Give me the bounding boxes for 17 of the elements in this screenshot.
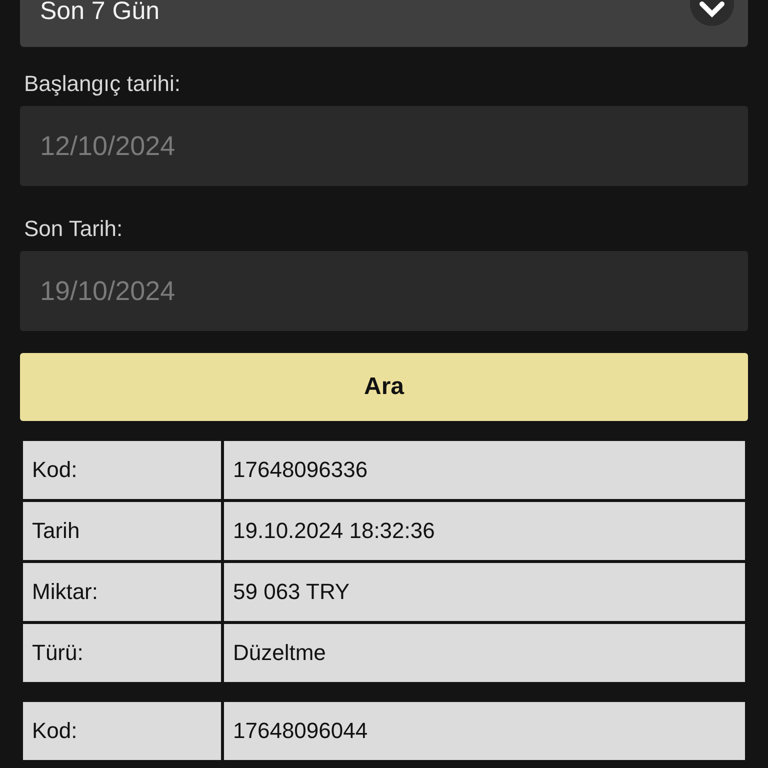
table-cell: Türü: xyxy=(23,624,221,682)
table-cell: 17648096336 xyxy=(224,441,745,499)
table-cell: 19.10.2024 18:32:36 xyxy=(224,502,745,560)
table-cell: Kod: xyxy=(23,702,221,760)
field-label: Son Tarih: xyxy=(24,216,123,241)
table-cell: Tarih xyxy=(23,502,221,560)
date-field[interactable]: 19/10/2024 xyxy=(20,251,748,331)
table-cell: Kod: xyxy=(23,441,221,499)
search-button[interactable]: Ara xyxy=(20,353,748,421)
field-label: Başlangıç tarihi: xyxy=(24,71,181,96)
chevron-down-icon xyxy=(690,0,734,26)
period-select[interactable]: Son 7 Gün xyxy=(20,0,748,47)
table-cell: Miktar: xyxy=(23,563,221,621)
table-cell: 59 063 TRY xyxy=(224,563,745,621)
date-field[interactable]: 12/10/2024 xyxy=(20,106,748,186)
table-cell: 17648096044 xyxy=(224,702,745,760)
table-cell: Düzeltme xyxy=(224,624,745,682)
